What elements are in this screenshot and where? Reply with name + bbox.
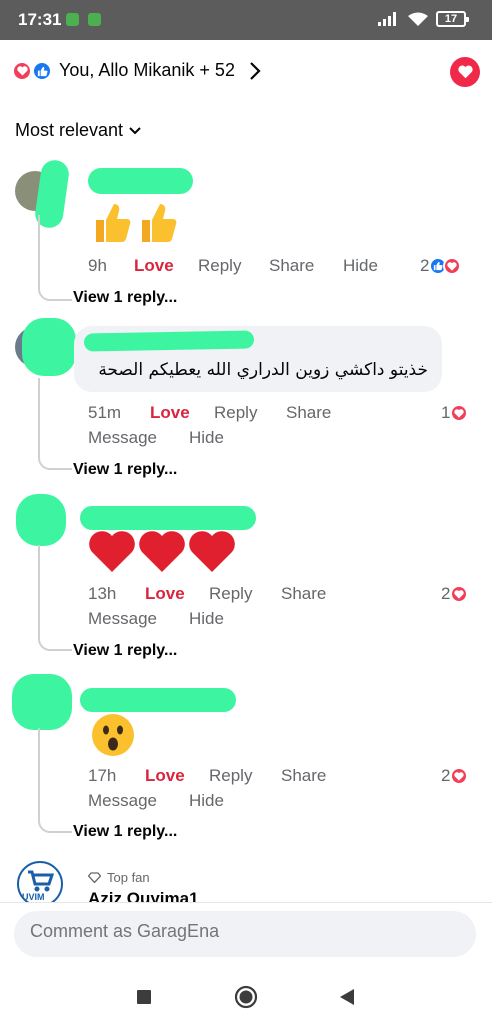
reactors-list[interactable]: You, Allo Mikanik + 52 [59, 60, 235, 81]
share-button[interactable]: Share [286, 403, 331, 423]
comment-emoji [90, 712, 136, 758]
back-triangle-icon [340, 989, 354, 1005]
share-button[interactable]: Share [281, 584, 326, 604]
diamond-icon [88, 872, 101, 883]
comment-input[interactable] [30, 921, 450, 942]
view-replies-link[interactable]: View 1 reply... [73, 289, 177, 307]
red-heart-emoji-icon [189, 531, 235, 572]
comment-author[interactable]: Aziz Ouyima1 [88, 889, 199, 902]
heart-icon [443, 257, 462, 275]
message-button[interactable]: Message [88, 791, 157, 811]
redaction-scribble [12, 674, 72, 730]
view-replies-link[interactable]: View 1 reply... [73, 642, 177, 660]
message-button[interactable]: Message [88, 428, 157, 448]
thumbs-up-emoji-icon [96, 204, 131, 242]
chevron-down-icon [129, 126, 141, 134]
status-time: 17:31 [18, 10, 62, 29]
reply-button[interactable]: Reply [214, 403, 257, 423]
reply-button[interactable]: Reply [198, 256, 241, 276]
system-nav-bar [0, 964, 492, 1024]
surprised-face-emoji-icon [92, 714, 134, 756]
thread-line [38, 378, 72, 470]
heart-icon [450, 767, 469, 785]
sort-label: Most relevant [15, 120, 124, 140]
reaction-count[interactable]: 2 [441, 766, 469, 786]
red-heart-emoji-icon [139, 531, 185, 572]
red-heart-emoji-icon [89, 531, 135, 572]
chevron-right-icon[interactable] [248, 60, 262, 82]
love-button[interactable]: Love [145, 584, 185, 604]
thread-line [38, 545, 72, 651]
thumbs-up-emoji-icon [142, 204, 177, 242]
heart-icon [457, 65, 473, 79]
sort-selector[interactable]: Most relevant [15, 120, 141, 141]
redaction-scribble [83, 330, 255, 352]
wifi-icon [408, 12, 428, 26]
whatsapp-notification-icon [88, 13, 101, 26]
comment-time: 17h [88, 766, 117, 785]
share-button[interactable]: Share [281, 766, 326, 786]
view-replies-link[interactable]: View 1 reply... [73, 461, 177, 479]
comment-composer[interactable] [14, 911, 476, 957]
square-icon [137, 990, 151, 1004]
love-button[interactable]: Love [145, 766, 185, 786]
redaction-scribble [22, 318, 76, 376]
redaction-scribble [80, 506, 256, 530]
avatar[interactable]: UVIM [17, 861, 63, 907]
recents-button[interactable] [129, 982, 159, 1012]
hide-button[interactable]: Hide [189, 609, 224, 629]
app-notification-icon [66, 13, 79, 26]
reaction-count[interactable]: 2 [441, 584, 469, 604]
redaction-scribble [16, 494, 66, 546]
status-bar: 17:31 17 [0, 0, 492, 40]
home-button[interactable] [231, 982, 261, 1012]
hide-button[interactable]: Hide [189, 791, 224, 811]
love-button[interactable]: Love [134, 256, 174, 276]
top-fan-badge: Top fan [88, 870, 150, 885]
hide-button[interactable]: Hide [189, 428, 224, 448]
comment-emoji [92, 200, 178, 244]
reaction-count[interactable]: 2 [420, 256, 462, 276]
thread-line [38, 215, 72, 301]
reactions-summary[interactable]: You, Allo Mikanik + 52 [12, 54, 480, 90]
reply-button[interactable]: Reply [209, 584, 252, 604]
reaction-count[interactable]: 1 [441, 403, 469, 423]
comment-time: 51m [88, 403, 122, 422]
thread-line [38, 728, 72, 833]
home-circle-icon [234, 985, 258, 1009]
redaction-scribble [88, 168, 193, 194]
view-replies-link[interactable]: View 1 reply... [73, 823, 177, 841]
hide-button[interactable]: Hide [343, 256, 378, 276]
thumbs-up-icon [32, 61, 52, 81]
heart-icon [450, 585, 469, 603]
comment-text: خذيتو داكشي زوين الدراري الله يعطيكم الص… [98, 360, 428, 380]
status-icons: 17 [378, 11, 469, 27]
heart-icon [450, 404, 469, 422]
comment-composer-bar [0, 902, 492, 964]
love-reaction-button[interactable] [450, 57, 480, 87]
comment-bubble: خذيتو داكشي زوين الدراري الله يعطيكم الص… [74, 326, 442, 392]
heart-icon [12, 61, 32, 81]
comment-emoji [88, 530, 236, 574]
signal-icon [378, 12, 396, 26]
comment-time: 9h [88, 256, 107, 275]
love-button[interactable]: Love [150, 403, 190, 423]
battery-indicator: 17 [436, 11, 469, 27]
comment-time: 13h [88, 584, 117, 603]
share-button[interactable]: Share [269, 256, 314, 276]
message-button[interactable]: Message [88, 609, 157, 629]
back-button[interactable] [332, 982, 362, 1012]
redaction-scribble [80, 688, 236, 712]
reply-button[interactable]: Reply [209, 766, 252, 786]
